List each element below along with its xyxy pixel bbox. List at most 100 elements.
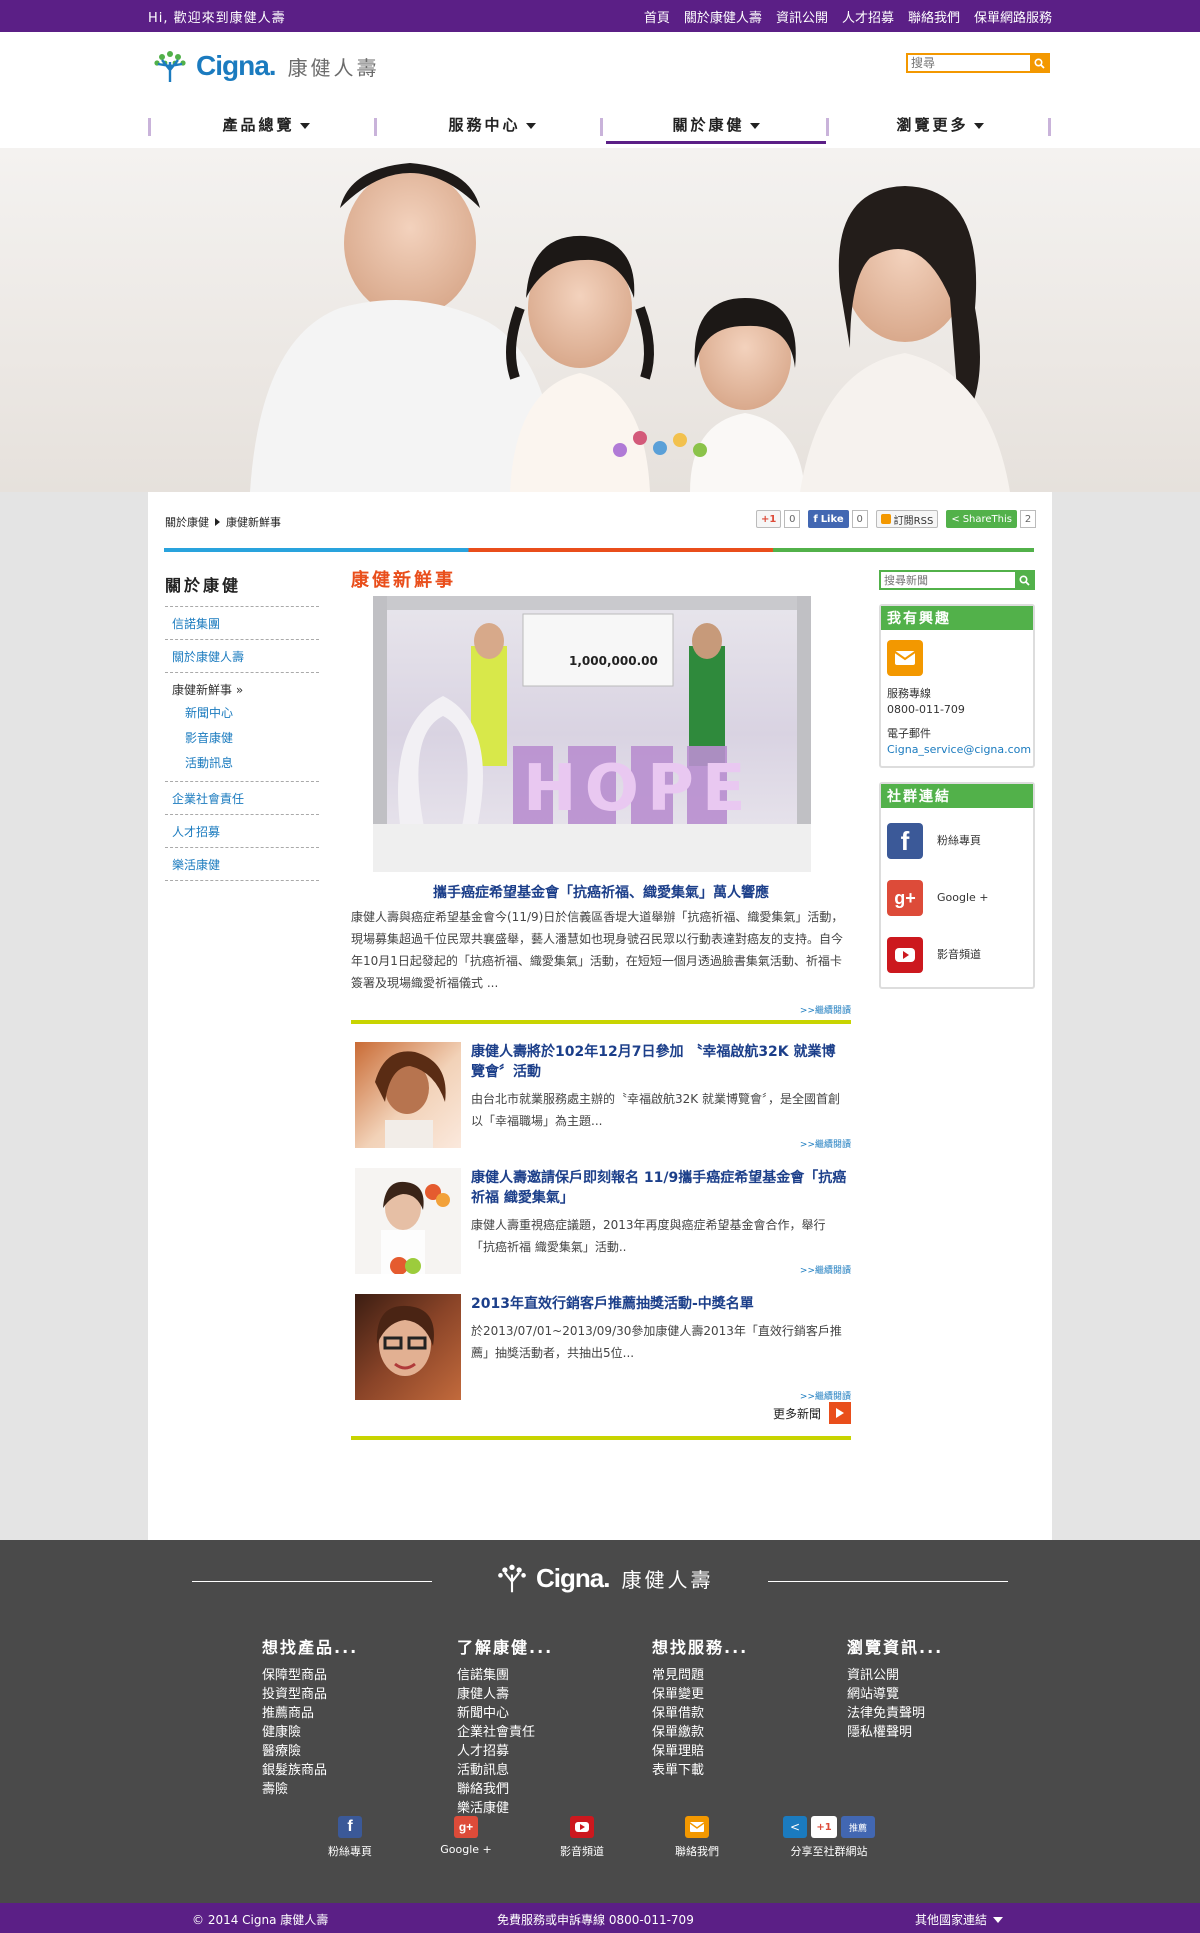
news-title[interactable]: 康健人壽邀請保戶即刻報名 11/9攜手癌症希望基金會「抗癌祈福 織愛集氣」 — [471, 1168, 849, 1208]
interest-box-body: 服務專線 0800-011-709 電子郵件 Cigna_service@cig… — [881, 630, 1033, 766]
footer-social-youtube[interactable]: 影音頻道 — [532, 1816, 632, 1859]
sidebar-item-wellness[interactable]: 樂活康健 — [165, 848, 319, 881]
footer-link[interactable]: 保單理賠 — [652, 1740, 812, 1759]
footer-link[interactable]: 推薦商品 — [262, 1702, 422, 1721]
top-link-contact[interactable]: 聯絡我們 — [908, 7, 960, 26]
footer-link[interactable]: 新聞中心 — [457, 1702, 617, 1721]
footer-social-contact[interactable]: 聯絡我們 — [647, 1816, 747, 1859]
site-search-button[interactable] — [1030, 55, 1048, 71]
main-content: 關於康健 康健新鮮事 +1 0 f Like 0 訂閱RSS < ShareThis… — [148, 492, 1052, 1540]
sidebar-subitem-videos[interactable]: 影音康健 — [165, 725, 319, 750]
rss-button[interactable]: 訂閱RSS — [875, 510, 939, 528]
interest-box-title: 我有興趣 — [881, 606, 1033, 630]
footer-social-facebook[interactable]: f 粉絲專頁 — [300, 1816, 400, 1859]
footer-link[interactable]: 醫療險 — [262, 1740, 422, 1759]
gplus-count: 0 — [784, 510, 801, 528]
search-icon — [1018, 574, 1030, 586]
breadcrumb: 關於康健 康健新鮮事 — [165, 514, 281, 530]
sharethis-button[interactable]: < ShareThis — [946, 510, 1017, 528]
footer-link[interactable]: 資訊公開 — [847, 1664, 1007, 1683]
footer-social-google-plus[interactable]: g+ Google + — [416, 1816, 516, 1856]
footer-link[interactable]: 常見問題 — [652, 1664, 812, 1683]
featured-news-image[interactable]: 1,000,000.00 HOPE — [373, 596, 811, 872]
social-link-youtube[interactable]: 影音頻道 — [887, 926, 1027, 983]
nav-browse-more[interactable]: 瀏覽更多 — [828, 114, 1052, 140]
chevron-down-icon — [993, 1916, 1004, 1923]
more-news-link[interactable]: 更多新聞 — [773, 1402, 851, 1424]
gplus-mini-label: +1 — [816, 1821, 832, 1833]
woman-laughing-photo — [375, 1051, 446, 1148]
footer-link[interactable]: 康健人壽 — [457, 1683, 617, 1702]
footer-link[interactable]: 企業社會責任 — [457, 1721, 617, 1740]
left-sidebar-title: 關於康健 — [165, 572, 319, 607]
news-read-more-link[interactable]: >>繼續閱讀 — [800, 1389, 851, 1402]
sidebar-item-cigna-group[interactable]: 信諾集團 — [165, 607, 319, 640]
footer-link[interactable]: 法律免責聲明 — [847, 1702, 1007, 1721]
footer-link[interactable]: 人才招募 — [457, 1740, 617, 1759]
footer-link[interactable]: 隱私權聲明 — [847, 1721, 1007, 1740]
featured-read-more-link[interactable]: >>繼續閱讀 — [800, 1003, 851, 1016]
news-thumbnail[interactable] — [355, 1294, 461, 1400]
phone-label: 服務專線 — [887, 687, 931, 700]
nav-service-center[interactable]: 服務中心 — [380, 114, 604, 140]
arrow-right-icon — [829, 1402, 851, 1424]
share-icon[interactable]: < — [783, 1816, 807, 1838]
news-read-more-link[interactable]: >>繼續閱讀 — [800, 1263, 851, 1276]
footer-social-label: Google + — [440, 1843, 492, 1856]
site-logo[interactable]: Cigna. 康健人壽 — [150, 48, 380, 84]
footer-link[interactable]: 銀髮族商品 — [262, 1759, 422, 1778]
news-thumbnail[interactable] — [355, 1042, 461, 1148]
footer-link[interactable]: 聯絡我們 — [457, 1778, 617, 1797]
sidebar-item-news[interactable]: 康健新鮮事 » — [165, 673, 319, 700]
footer-link[interactable]: 活動訊息 — [457, 1759, 617, 1778]
top-link-about[interactable]: 關於康健人壽 — [684, 7, 762, 26]
footer-link[interactable]: 保障型商品 — [262, 1664, 422, 1683]
news-read-more-link[interactable]: >>繼續閱讀 — [800, 1137, 851, 1150]
footer-link[interactable]: 健康險 — [262, 1721, 422, 1740]
footer-link[interactable]: 樂活康健 — [457, 1797, 617, 1816]
footer-link[interactable]: 保單變更 — [652, 1683, 812, 1702]
site-search-input[interactable] — [908, 55, 1026, 71]
fb-recommend-button[interactable]: 推薦 — [841, 1816, 875, 1838]
other-countries-dropdown[interactable]: 其他國家連結 — [915, 1911, 1004, 1928]
sidebar-item-careers[interactable]: 人才招募 — [165, 815, 319, 848]
footer-link[interactable]: 保單繳款 — [652, 1721, 812, 1740]
footer-link[interactable]: 信諾集團 — [457, 1664, 617, 1683]
top-link-disclosure[interactable]: 資訊公開 — [776, 7, 828, 26]
top-bar: Hi, 歡迎來到康健人壽 首頁 關於康健人壽 資訊公開 人才招募 聯絡我們 保單… — [0, 0, 1200, 32]
footer-link[interactable]: 壽險 — [262, 1778, 422, 1797]
top-link-policy-service[interactable]: 保單網路服務 — [974, 7, 1052, 26]
news-title[interactable]: 2013年直效行銷客戶推薦抽獎活動-中獎名單 — [471, 1294, 849, 1314]
news-search-input[interactable] — [881, 572, 1009, 588]
footer-link[interactable]: 投資型商品 — [262, 1683, 422, 1702]
news-thumbnail[interactable] — [355, 1168, 461, 1274]
social-link-facebook[interactable]: f 粉絲專頁 — [887, 812, 1027, 869]
social-link-google-plus[interactable]: g+ Google + — [887, 869, 1027, 926]
sidebar-item-csr[interactable]: 企業社會責任 — [165, 782, 319, 815]
logo-cigna-text: Cigna. — [196, 50, 277, 81]
facebook-icon: f — [887, 822, 923, 859]
search-icon — [1033, 57, 1045, 69]
gplus-mini-button[interactable]: +1 — [811, 1816, 837, 1838]
footer-link[interactable]: 網站導覽 — [847, 1683, 1007, 1702]
nav-products[interactable]: 產品總覽 — [154, 114, 378, 140]
nav-about[interactable]: 關於康健 — [604, 114, 828, 144]
sidebar-subitem-newsroom[interactable]: 新聞中心 — [165, 700, 319, 725]
email-link[interactable]: Cigna_service@cigna.com — [887, 742, 1031, 758]
fb-like-button[interactable]: f Like — [808, 510, 849, 528]
featured-news-title[interactable]: 攜手癌症希望基金會「抗癌祈福、織愛集氣」萬人響應 — [351, 882, 851, 902]
top-link-home[interactable]: 首頁 — [644, 7, 670, 26]
footer-link[interactable]: 表單下載 — [652, 1759, 812, 1778]
sidebar-item-about-company[interactable]: 關於康健人壽 — [165, 640, 319, 673]
mail-icon[interactable] — [887, 640, 923, 676]
gplus-button[interactable]: +1 — [755, 510, 782, 528]
news-search-button[interactable] — [1015, 572, 1033, 588]
footer-col-info: 瀏覽資訊... 資訊公開 網站導覽 法律免責聲明 隱私權聲明 — [847, 1634, 1007, 1740]
news-title[interactable]: 康健人壽將於102年12月7日參加 〝幸福啟航32K 就業博覽會〞活動 — [471, 1042, 849, 1082]
top-link-careers[interactable]: 人才招募 — [842, 7, 894, 26]
breadcrumb-about[interactable]: 關於康健 — [165, 514, 209, 530]
nav-service-label: 服務中心 — [448, 116, 521, 134]
sidebar-subitem-events[interactable]: 活動訊息 — [165, 750, 319, 775]
footer-link[interactable]: 保單借款 — [652, 1702, 812, 1721]
footer-logo[interactable]: Cigna. 康健人壽 — [494, 1562, 713, 1594]
